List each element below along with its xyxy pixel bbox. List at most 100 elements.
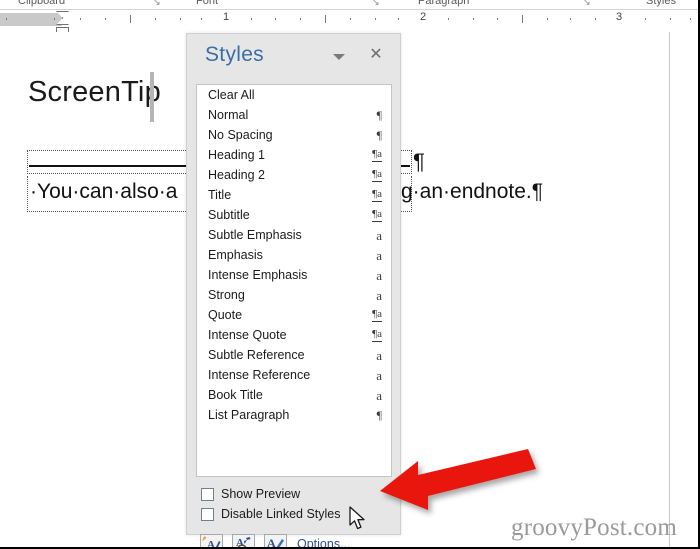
clipboard-dialog-launcher-icon[interactable]: ↘ <box>153 0 161 8</box>
ruler-tick <box>595 18 596 20</box>
ruler-margin-area <box>0 13 62 26</box>
ruler-tick <box>522 15 523 23</box>
style-list-item[interactable]: Subtitle ¶a <box>197 205 391 225</box>
document-right-gutter <box>670 32 698 547</box>
ruler-tick <box>300 18 301 20</box>
style-list-item[interactable]: Emphasis a <box>197 245 391 265</box>
style-type-marker-character: a <box>376 247 382 263</box>
style-list-item[interactable]: Subtle Emphasis a <box>197 225 391 245</box>
svg-text:A: A <box>207 539 215 549</box>
style-name: Title <box>208 188 232 202</box>
style-name: Quote <box>208 308 243 322</box>
manage-styles-button[interactable]: A <box>264 534 287 549</box>
ruler-number: 2 <box>419 11 427 23</box>
endnote-paragraph-mark: ¶ <box>413 149 425 174</box>
checkbox-box-icon[interactable] <box>201 507 214 521</box>
ruler-tick <box>130 15 131 23</box>
ruler-tick <box>375 18 376 20</box>
horizontal-ruler[interactable]: 1 2 3 <box>0 10 698 33</box>
style-type-marker-character: a <box>376 267 382 283</box>
style-list-item[interactable]: Book Title a <box>197 385 391 405</box>
svg-text:A: A <box>267 536 276 549</box>
style-name: Emphasis <box>208 248 263 262</box>
ruler-tick <box>570 18 571 20</box>
styles-pane-header: Styles ✕ <box>187 34 400 76</box>
style-name: Subtitle <box>208 208 250 222</box>
ruler-tick <box>201 18 202 20</box>
style-name: List Paragraph <box>208 408 290 422</box>
ruler-tick <box>155 18 156 20</box>
style-list-item[interactable]: Quote ¶a <box>197 305 391 325</box>
style-type-marker-paragraph: ¶ <box>376 128 382 142</box>
paragraph-dialog-launcher-icon[interactable]: ↘ <box>583 0 591 8</box>
chevron-down-icon[interactable] <box>330 48 348 66</box>
style-name: Intense Quote <box>208 328 287 342</box>
style-name: Heading 2 <box>208 168 265 182</box>
new-style-button[interactable]: A <box>200 534 223 549</box>
ruler-tick <box>547 18 548 20</box>
style-list-item[interactable]: Intense Reference a <box>197 365 391 385</box>
ruler-tick <box>180 18 181 20</box>
ruler-tick <box>54 18 55 20</box>
style-list-item[interactable]: Strong a <box>197 285 391 305</box>
ruler-tick <box>325 15 326 23</box>
style-type-marker-character: a <box>376 347 382 363</box>
ruler-tick <box>690 18 691 20</box>
font-dialog-launcher-icon[interactable]: ↘ <box>372 0 380 8</box>
style-type-marker-linked: ¶a <box>372 307 382 322</box>
text-cursor <box>150 72 154 122</box>
style-name: Intense Reference <box>208 368 311 382</box>
ruler-tick <box>645 18 646 20</box>
style-type-marker-linked: ¶a <box>372 187 382 202</box>
style-name: Strong <box>208 288 245 302</box>
word-document-window: Clipboard ↘ Font ↘ Paragraph ↘ Styles 1 2… <box>0 0 700 549</box>
style-name: Normal <box>208 108 249 122</box>
ruler-tick <box>251 18 252 20</box>
style-list-item[interactable]: Title ¶a <box>197 185 391 205</box>
style-type-marker-linked: ¶a <box>372 147 382 162</box>
styles-pane-title: Styles <box>205 43 264 66</box>
disable-linked-styles-label: Disable Linked Styles <box>221 507 341 521</box>
ruler-tick <box>350 18 351 20</box>
body-text-tail: g·an·endnote. <box>401 180 532 203</box>
style-list-item[interactable]: Heading 1 ¶a <box>197 145 391 165</box>
style-inspector-icon: A <box>236 537 251 547</box>
ruler-tick <box>275 18 276 20</box>
style-list-item[interactable]: No Spacing ¶ <box>197 125 391 145</box>
style-type-marker-paragraph: ¶ <box>376 408 382 422</box>
watermark-text: groovyPost.com <box>511 514 677 541</box>
style-type-marker-linked: ¶a <box>372 207 382 222</box>
styles-list[interactable]: Clear All Normal ¶ No Spacing ¶ Heading 1 ¶a He… <box>196 84 392 477</box>
ruler-number: 1 <box>222 11 230 23</box>
ruler-tick <box>473 18 474 20</box>
ribbon-group-font: Font <box>196 0 219 7</box>
ruler-tick <box>80 18 81 20</box>
show-preview-label: Show Preview <box>221 487 301 501</box>
style-inspector-button[interactable]: A <box>232 534 255 547</box>
document-body-text-right: g·an·endnote.¶ <box>401 180 543 204</box>
disable-linked-styles-checkbox[interactable]: Disable Linked Styles <box>201 507 341 521</box>
ruler-tick <box>670 18 671 20</box>
document-heading: ScreenTip <box>28 76 161 108</box>
style-list-item[interactable]: Subtle Reference a <box>197 345 391 365</box>
style-name: Book Title <box>208 388 263 402</box>
style-list-item[interactable]: Intense Emphasis a <box>197 265 391 285</box>
styles-task-pane: Styles ✕ Clear All Normal ¶ No Spacing ¶ Head… <box>186 33 401 547</box>
checkbox-box-icon[interactable] <box>201 487 214 501</box>
document-body-text-left: ·You·can·also·a <box>30 180 178 203</box>
style-list-item[interactable]: Normal ¶ <box>197 105 391 125</box>
style-type-marker-linked: ¶a <box>372 167 382 182</box>
ruler-tick <box>497 18 498 20</box>
show-preview-checkbox[interactable]: Show Preview <box>201 487 300 501</box>
style-name: Intense Emphasis <box>208 268 308 282</box>
style-name: Subtle Emphasis <box>208 228 302 242</box>
style-list-item[interactable]: List Paragraph ¶ <box>197 405 391 425</box>
style-list-item[interactable]: Heading 2 ¶a <box>197 165 391 185</box>
new-style-icon: A <box>202 536 221 549</box>
options-link[interactable]: Options... <box>297 537 351 547</box>
style-type-marker-character: a <box>376 287 382 303</box>
ribbon-group-clipboard: Clipboard <box>18 0 66 7</box>
style-list-item[interactable]: Clear All <box>197 85 391 105</box>
close-icon[interactable]: ✕ <box>367 46 385 64</box>
style-list-item[interactable]: Intense Quote ¶a <box>197 325 391 345</box>
